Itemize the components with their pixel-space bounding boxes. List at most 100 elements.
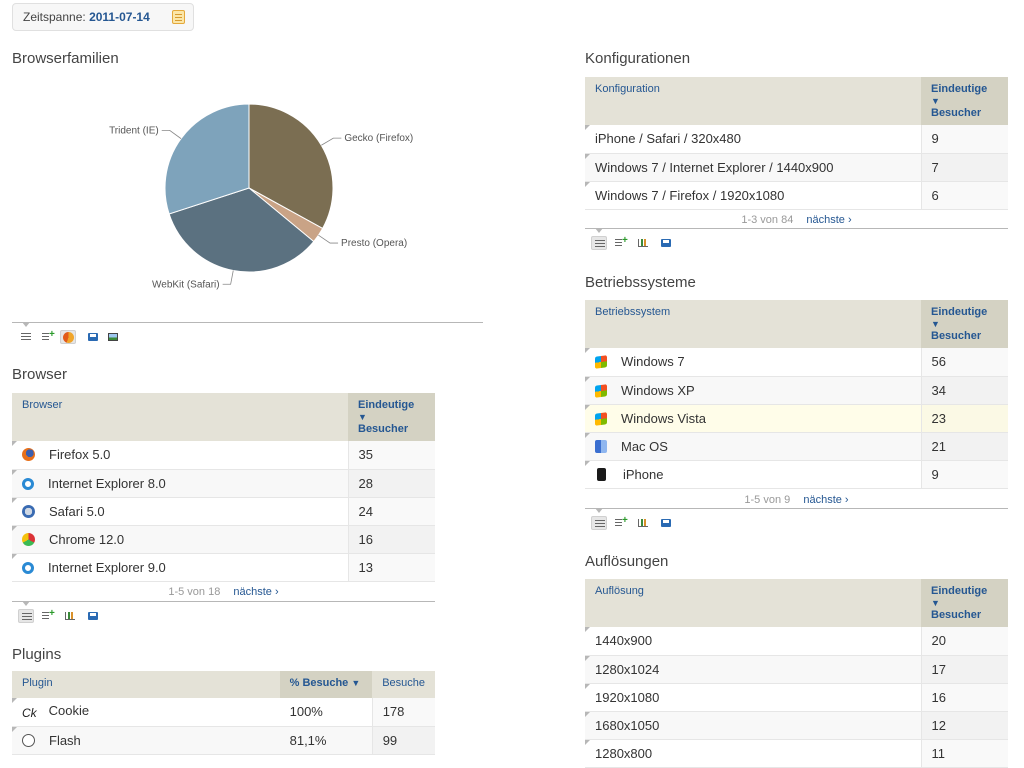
table-more-icon[interactable] (39, 329, 55, 344)
plugins-table: Plugin % Besuche ▼ Besuche Ck Cookie 100% 1… (12, 671, 435, 755)
column-header-unique-visitors[interactable]: Eindeutige ▼ Besucher (921, 579, 1008, 627)
configurations-toolbar (585, 228, 1008, 250)
row-label: 1280x1024 (595, 661, 660, 677)
table-row[interactable]: Windows 7 / Firefox / 1920x1080 6 (585, 181, 1008, 210)
row-label: iPhone (623, 466, 664, 482)
row-label-cell: iPhone / Safari / 320x480 (585, 125, 921, 154)
export-icon[interactable] (658, 236, 674, 250)
row-label: Internet Explorer 8.0 (48, 475, 166, 491)
row-label: Internet Explorer 9.0 (48, 559, 166, 575)
period-selector[interactable]: Zeitspanne: 2011-07-14 (12, 3, 194, 31)
table-more-icon[interactable] (612, 235, 628, 250)
calendar-icon[interactable] (172, 10, 185, 24)
table-row[interactable]: 1920x1080 16 (585, 683, 1008, 712)
table-icon[interactable] (591, 236, 607, 250)
os-toolbar (585, 508, 1008, 530)
win-icon (595, 355, 607, 370)
table-row[interactable]: Windows 7 / Internet Explorer / 1440x900… (585, 153, 1008, 182)
column-header-resolution[interactable]: Auflösung (585, 579, 921, 627)
table-icon[interactable] (591, 516, 607, 530)
mac-icon (595, 439, 607, 453)
browser-title: Browser (12, 366, 68, 383)
table-row[interactable]: Safari 5.0 24 (12, 497, 435, 526)
row-value: 34 (920, 376, 1008, 405)
column-header-visits-percent[interactable]: % Besuche ▼ (279, 671, 373, 698)
table-row[interactable]: 1280x1024 17 (585, 655, 1008, 684)
table-row[interactable]: iPhone 9 (585, 460, 1008, 489)
image-icon[interactable] (105, 330, 121, 344)
browser-families-pie-chart: Gecko (Firefox) Presto (Opera) WebKit (Saf… (109, 103, 413, 290)
row-label-cell: Windows XP (585, 376, 921, 405)
export-icon[interactable] (85, 330, 101, 344)
browser-pager: 1-5 von 18 nächste › (12, 586, 435, 598)
row-label: Cookie (48, 703, 90, 719)
row-label-cell: 1280x800 (585, 739, 921, 768)
bar-chart-icon[interactable] (635, 516, 651, 530)
next-page-link[interactable]: nächste › (233, 586, 278, 598)
row-label-cell: Flash (12, 726, 280, 755)
table-row[interactable]: Windows 7 56 (585, 348, 1008, 377)
row-label-cell: Internet Explorer 8.0 (12, 469, 348, 498)
ie-icon (22, 477, 34, 490)
column-header-unique-visitors[interactable]: Eindeutige ▼ Besucher (921, 300, 1008, 348)
row-value: 16 (347, 525, 435, 554)
column-header-configuration[interactable]: Konfiguration (585, 77, 921, 125)
pie-label: Presto (Opera) (341, 238, 407, 249)
row-label-cell: Windows 7 / Internet Explorer / 1440x900 (585, 153, 921, 182)
row-label: Chrome 12.0 (49, 531, 125, 547)
table-more-icon[interactable] (612, 515, 628, 530)
column-header-unique-visitors[interactable]: Eindeutige ▼ Besucher (921, 77, 1008, 125)
table-row[interactable]: 1680x1050 12 (585, 711, 1008, 740)
table-row[interactable]: Internet Explorer 8.0 28 (12, 469, 435, 498)
row-value: 56 (920, 348, 1008, 377)
column-header-plugin[interactable]: Plugin (12, 671, 280, 698)
pie-chart-icon[interactable] (60, 330, 76, 344)
export-icon[interactable] (658, 516, 674, 530)
table-row[interactable]: Flash 81,1% 99 (12, 726, 435, 755)
configurations-pager: 1-3 von 84 nächste › (585, 214, 1008, 226)
row-value: 7 (920, 153, 1008, 182)
table-more-icon[interactable] (39, 608, 55, 623)
column-header-browser[interactable]: Browser (12, 393, 348, 441)
row-visits: 99 (371, 726, 435, 755)
table-icon[interactable] (18, 330, 34, 344)
next-page-link[interactable]: nächste › (803, 494, 848, 506)
next-page-link[interactable]: nächste › (806, 214, 851, 226)
table-row[interactable]: Mac OS 21 (585, 432, 1008, 461)
table-row[interactable]: Windows Vista 23 (585, 404, 1008, 433)
sort-desc-icon: ▼ (351, 678, 361, 688)
table-row[interactable]: iPhone / Safari / 320x480 9 (585, 125, 1008, 154)
pie-label: WebKit (Safari) (152, 279, 220, 290)
row-value: 28 (347, 469, 435, 498)
row-visits: 178 (371, 698, 435, 727)
period-value[interactable]: 2011-07-14 (89, 10, 150, 24)
table-row[interactable]: Ck Cookie 100% 178 (12, 698, 435, 727)
table-row[interactable]: 1440x900 20 (585, 627, 1008, 656)
row-label-cell: 1440x900 (585, 627, 921, 656)
row-label: Windows XP (621, 382, 695, 398)
pie-leader-line (318, 234, 339, 244)
sort-desc-icon: ▼ (931, 96, 940, 106)
period-label: Zeitspanne: (23, 10, 86, 24)
column-header-visits[interactable]: Besuche (372, 671, 435, 698)
bar-chart-icon[interactable] (62, 609, 78, 623)
table-row[interactable]: Windows XP 34 (585, 376, 1008, 405)
firefox-icon (22, 448, 35, 462)
column-header-os[interactable]: Betriebssystem (585, 300, 921, 348)
table-row[interactable]: Chrome 12.0 16 (12, 525, 435, 554)
row-value: 6 (920, 181, 1008, 210)
column-header-unique-visitors[interactable]: Eindeutige ▼ Besucher (348, 393, 435, 441)
pie-leader-line (222, 270, 234, 285)
table-icon[interactable] (18, 609, 34, 623)
table-row[interactable]: 1280x800 11 (585, 739, 1008, 768)
row-label: Safari 5.0 (49, 503, 105, 519)
flash-icon (22, 733, 35, 747)
row-value: 21 (920, 432, 1008, 461)
row-label-cell: 1280x1024 (585, 655, 921, 684)
bar-chart-icon[interactable] (635, 236, 651, 250)
table-row[interactable]: Firefox 5.0 35 (12, 441, 435, 470)
export-icon[interactable] (85, 609, 101, 623)
row-label-cell: 1920x1080 (585, 683, 921, 712)
row-value: 35 (347, 441, 435, 470)
table-row[interactable]: Internet Explorer 9.0 13 (12, 553, 435, 582)
